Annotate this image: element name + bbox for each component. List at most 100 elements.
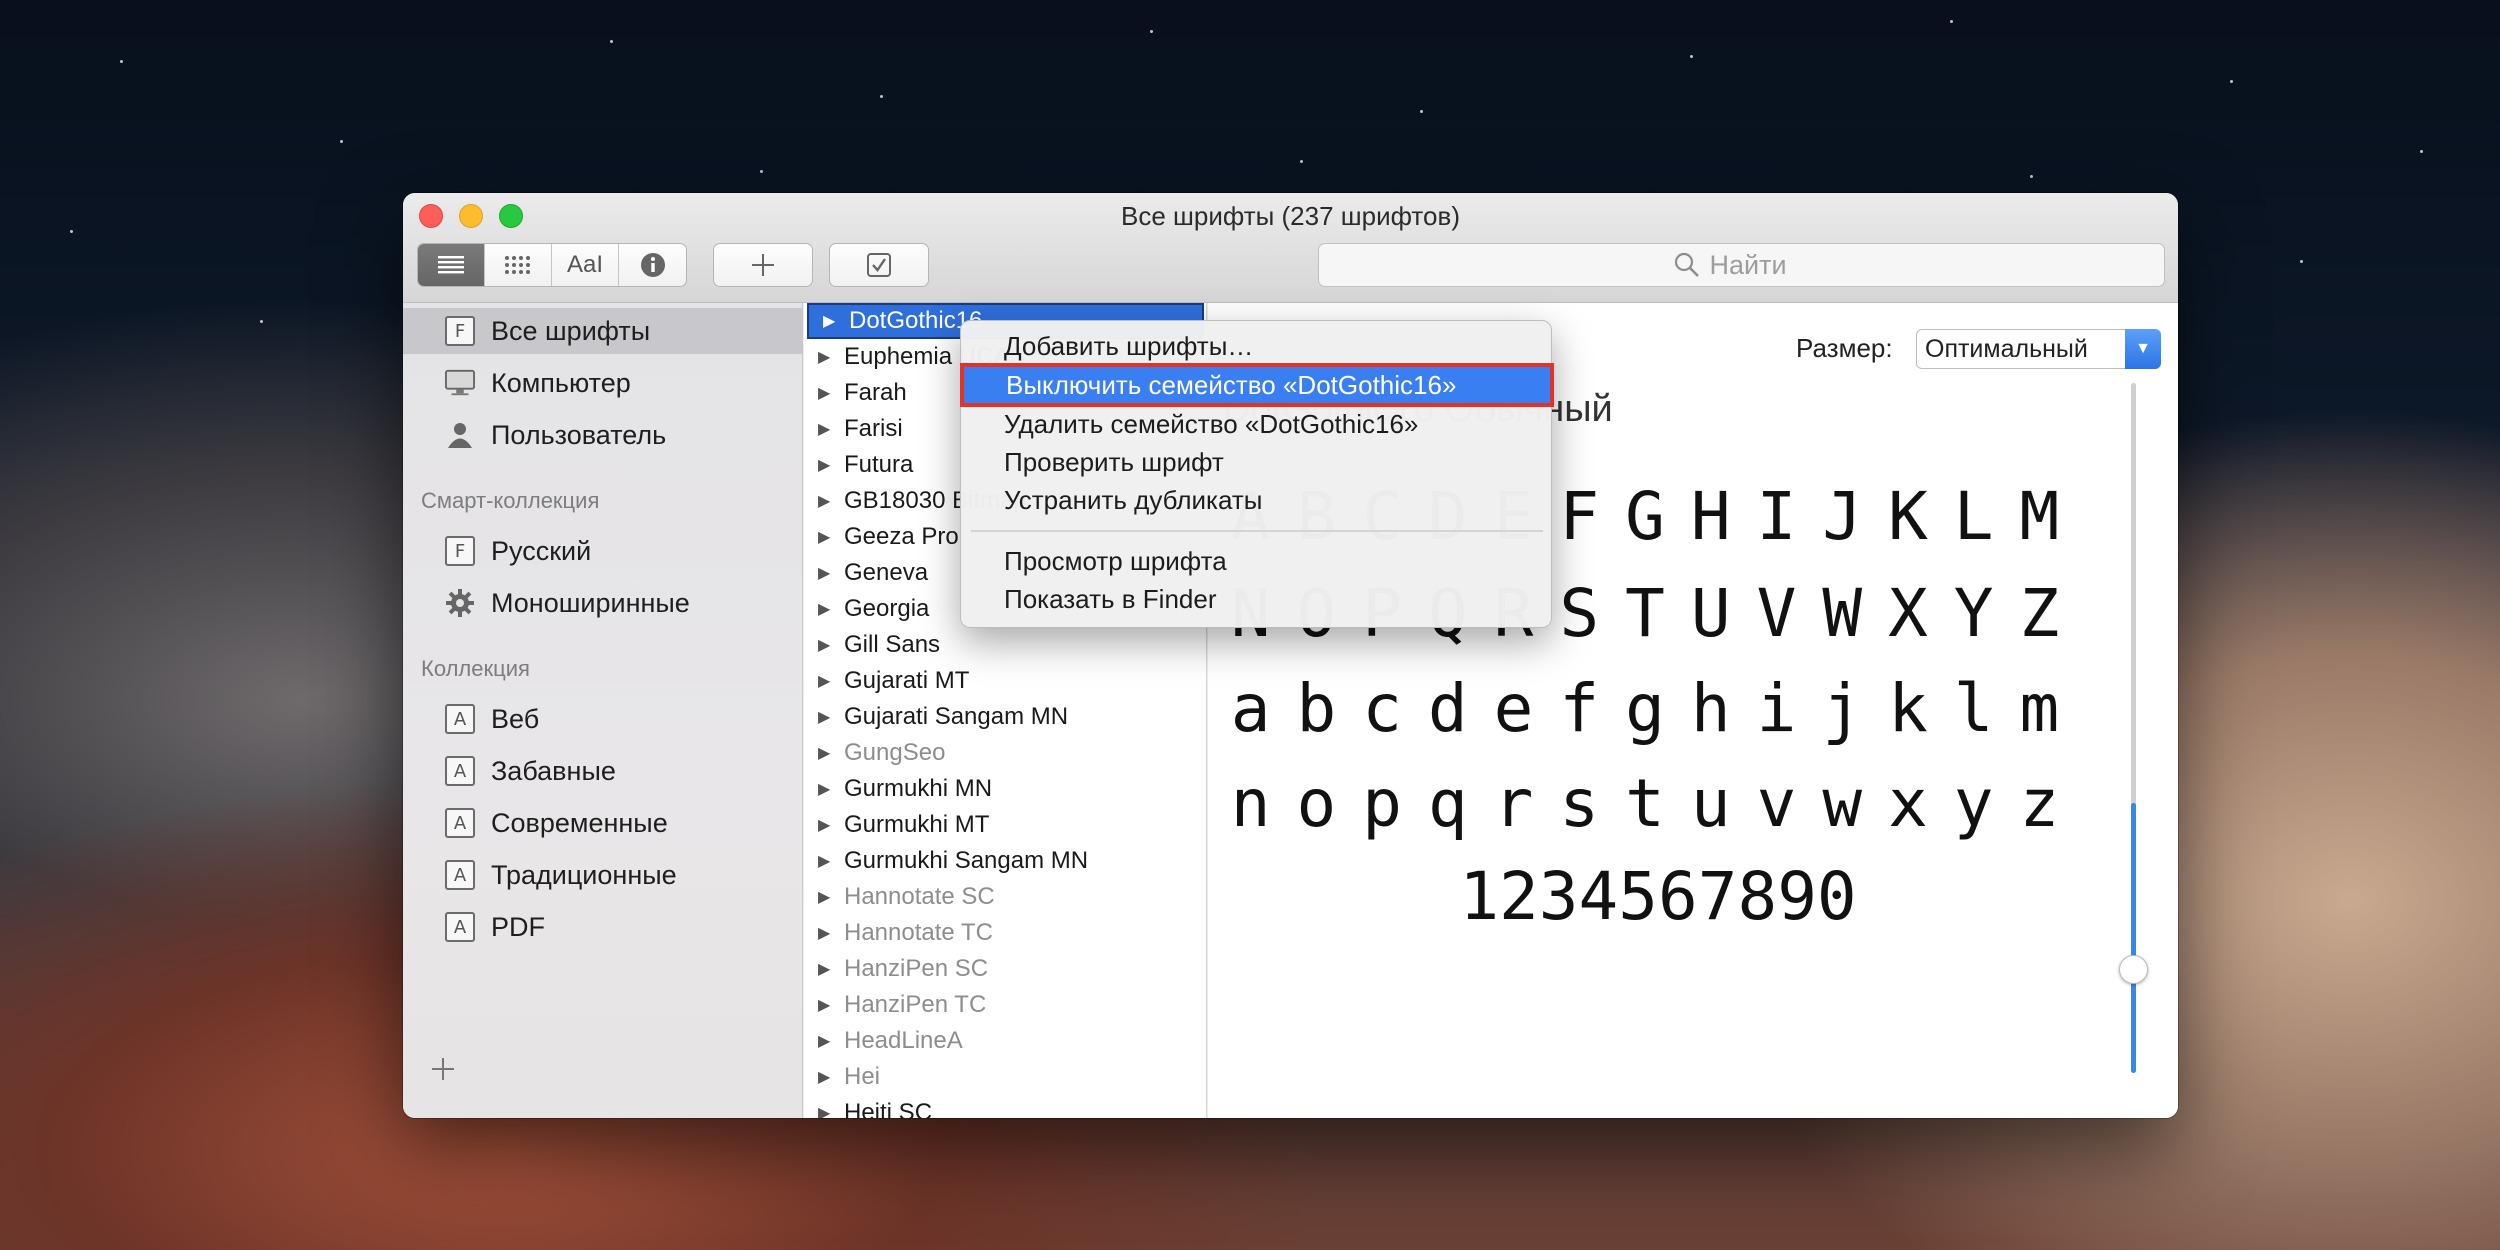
- disclosure-triangle-icon[interactable]: ▶: [818, 491, 834, 511]
- list-view-button[interactable]: [418, 244, 485, 286]
- font-row[interactable]: ▶ Gujarati Sangam MN: [804, 699, 1204, 735]
- sidebar-item-label: Все шрифты: [491, 315, 651, 346]
- size-select[interactable]: Оптимальный ▼: [1916, 329, 2161, 369]
- glyph-row-digits: 1234567890: [1459, 858, 1857, 935]
- disclosure-triangle-icon[interactable]: ▶: [818, 1103, 834, 1118]
- font-row[interactable]: ▶ Gujarati MT: [804, 663, 1204, 699]
- font-row[interactable]: ▶ HanziPen TC: [804, 987, 1204, 1023]
- smart-collection-header: Смарт-коллекция: [421, 488, 600, 513]
- sidebar-item-pdf[interactable]: A PDF: [403, 904, 803, 950]
- size-select-value: Оптимальный: [1925, 334, 2088, 363]
- collection-icon: A: [445, 860, 475, 890]
- disclosure-triangle-icon[interactable]: ▶: [818, 707, 834, 727]
- sidebar-item-modern[interactable]: A Современные: [403, 800, 803, 846]
- font-book-icon: F: [445, 316, 475, 346]
- disclosure-triangle-icon[interactable]: ▶: [818, 1067, 834, 1087]
- disclosure-triangle-icon[interactable]: ▶: [818, 563, 834, 583]
- window-title: Все шрифты (237 шрифтов): [1121, 201, 1460, 231]
- disclosure-triangle-icon[interactable]: ▶: [818, 743, 834, 763]
- disclosure-triangle-icon[interactable]: ▶: [818, 671, 834, 691]
- disclosure-triangle-icon[interactable]: ▶: [818, 923, 834, 943]
- menu-item-show-in-finder[interactable]: Показать в Finder: [961, 580, 1553, 618]
- glyph-row-lowercase-1: abcdefghijklm: [1230, 670, 2086, 747]
- font-row[interactable]: ▶ Hannotate TC: [804, 915, 1204, 951]
- sidebar-item-fun[interactable]: A Забавные: [403, 748, 803, 794]
- disclosure-triangle-icon[interactable]: ▶: [818, 887, 834, 907]
- menu-item-disable-family[interactable]: Выключить семейство «DotGothic16»: [960, 363, 1554, 407]
- sidebar-item-label: PDF: [491, 911, 545, 942]
- search-icon: [1674, 252, 1699, 277]
- menu-item-remove-family[interactable]: Удалить семейство «DotGothic16»: [961, 405, 1553, 443]
- disclosure-triangle-icon[interactable]: ▶: [818, 599, 834, 619]
- sidebar-item-label: Пользователь: [491, 419, 667, 450]
- sidebar-item-web[interactable]: A Веб: [403, 696, 803, 742]
- disclosure-triangle-icon[interactable]: ▶: [818, 347, 834, 367]
- disclosure-triangle-icon[interactable]: ▶: [818, 455, 834, 475]
- grid-icon: [505, 256, 530, 274]
- menu-item-resolve-duplicates[interactable]: Устранить дубликаты: [961, 481, 1553, 519]
- disclosure-triangle-icon[interactable]: ▶: [818, 419, 834, 439]
- font-row[interactable]: ▶ Gurmukhi MN: [804, 771, 1204, 807]
- title-bar: Все шрифты (237 шрифтов) AaI: [403, 193, 2178, 303]
- user-icon: [445, 420, 475, 450]
- sidebar-item-monospace[interactable]: Моноширинные: [403, 580, 803, 626]
- font-row[interactable]: ▶ Gurmukhi MT: [804, 807, 1204, 843]
- sidebar-item-label: Русский: [491, 535, 592, 566]
- info-view-button[interactable]: [619, 244, 686, 286]
- sidebar: F Все шрифты Компьютер Пользователь Смар…: [403, 303, 803, 1118]
- font-row[interactable]: ▶ Heiti SC: [804, 1095, 1204, 1118]
- font-row[interactable]: ▶ Gurmukhi Sangam MN: [804, 843, 1204, 879]
- validate-font-button[interactable]: [829, 243, 929, 287]
- disclosure-triangle-icon[interactable]: ▶: [818, 635, 834, 655]
- sidebar-item-label: Современные: [491, 807, 668, 838]
- sidebar-item-label: Моноширинные: [491, 587, 690, 618]
- plus-icon: [752, 254, 774, 276]
- font-row[interactable]: ▶ Hannotate SC: [804, 879, 1204, 915]
- font-row[interactable]: ▶ HanziPen SC: [804, 951, 1204, 987]
- disclosure-triangle-icon[interactable]: ▶: [818, 851, 834, 871]
- grid-view-button[interactable]: [485, 244, 552, 286]
- search-input[interactable]: [1709, 249, 1810, 281]
- add-font-button[interactable]: [713, 243, 813, 287]
- add-collection-button[interactable]: [431, 1048, 455, 1090]
- font-row[interactable]: ▶ HeadLineA: [804, 1023, 1204, 1059]
- sidebar-item-label: Компьютер: [491, 367, 631, 398]
- checkbox-icon: [867, 253, 891, 277]
- glyph-row-lowercase-2: nopqrstuvwxyz: [1230, 765, 2086, 842]
- search-field[interactable]: [1318, 243, 2165, 287]
- disclosure-triangle-icon[interactable]: ▶: [818, 959, 834, 979]
- menu-item-add-fonts[interactable]: Добавить шрифты…: [961, 327, 1553, 365]
- preview-size-slider-knob[interactable]: [2119, 955, 2148, 984]
- collection-header: Коллекция: [421, 656, 530, 681]
- font-row[interactable]: ▶ Gill Sans: [804, 627, 1204, 663]
- disclosure-triangle-icon[interactable]: ▶: [818, 1031, 834, 1051]
- sidebar-item-computer[interactable]: Компьютер: [403, 360, 803, 406]
- plus-icon: [432, 1058, 454, 1080]
- sample-view-button[interactable]: AaI: [552, 244, 619, 286]
- collection-icon: A: [445, 756, 475, 786]
- disclosure-triangle-icon[interactable]: ▶: [818, 995, 834, 1015]
- size-label: Размер:: [1796, 333, 1893, 363]
- menu-item-preview-font[interactable]: Просмотр шрифта: [961, 542, 1553, 580]
- disclosure-triangle-icon[interactable]: ▶: [818, 815, 834, 835]
- preview-size-slider-fill: [2131, 803, 2136, 1073]
- computer-icon: [445, 368, 475, 398]
- info-icon: [640, 253, 665, 277]
- sidebar-item-russian[interactable]: F Русский: [403, 528, 803, 574]
- menu-item-validate-font[interactable]: Проверить шрифт: [961, 443, 1553, 481]
- sidebar-item-traditional[interactable]: A Традиционные: [403, 852, 803, 898]
- sidebar-item-label: Традиционные: [491, 859, 677, 890]
- font-row[interactable]: ▶ GungSeo: [804, 735, 1204, 771]
- sidebar-item-label: Веб: [491, 703, 540, 734]
- disclosure-triangle-icon[interactable]: ▶: [823, 311, 839, 331]
- view-mode-segmented-control: AaI: [417, 243, 687, 287]
- sidebar-item-all-fonts[interactable]: F Все шрифты: [403, 308, 803, 354]
- sidebar-item-user[interactable]: Пользователь: [403, 412, 803, 458]
- collection-icon: A: [445, 912, 475, 942]
- disclosure-triangle-icon[interactable]: ▶: [818, 383, 834, 403]
- sample-text-icon: AaI: [566, 251, 604, 278]
- disclosure-triangle-icon[interactable]: ▶: [818, 527, 834, 547]
- font-row[interactable]: ▶ Hei: [804, 1059, 1204, 1095]
- disclosure-triangle-icon[interactable]: ▶: [818, 779, 834, 799]
- list-icon: [438, 256, 464, 274]
